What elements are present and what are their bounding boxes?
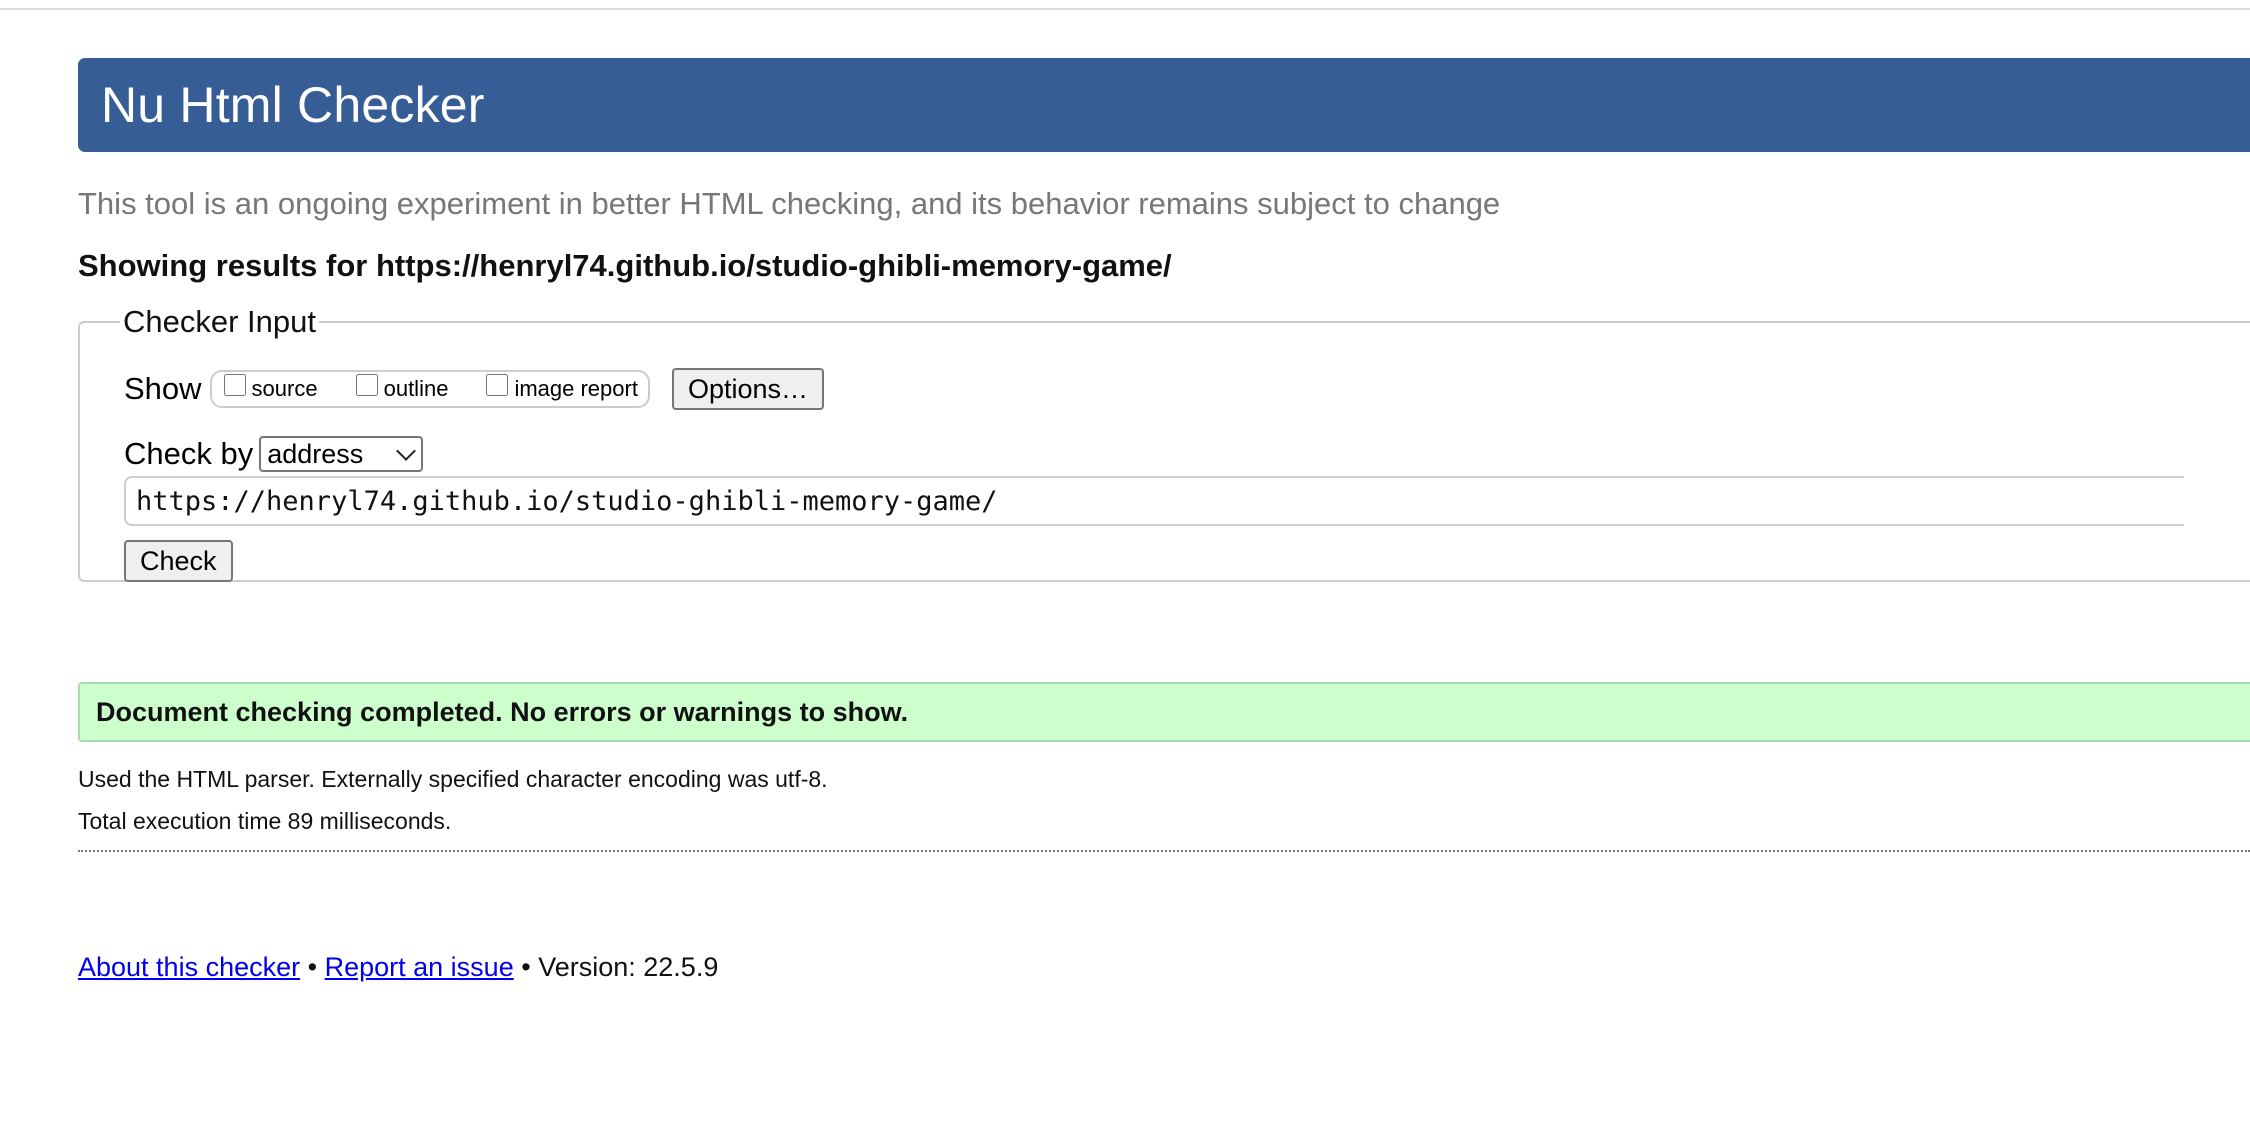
version-text: Version: 22.5.9 — [538, 952, 719, 982]
checker-input-fieldset: Checker Input Show source outline image … — [78, 304, 2250, 582]
options-button[interactable]: Options… — [671, 368, 825, 410]
footer-separator-1: • — [307, 952, 318, 982]
show-option-image-report[interactable]: image report — [486, 374, 638, 402]
check-button[interactable]: Check — [124, 540, 233, 582]
result-details: Used the HTML parser. Externally specifi… — [78, 758, 2250, 842]
success-message: Document checking completed. No errors o… — [78, 682, 2250, 742]
header-bar: Nu Html Checker — [78, 58, 2250, 152]
check-by-row: Check by address — [124, 436, 2250, 472]
checker-input-legend: Checker Input — [123, 304, 316, 339]
url-input[interactable] — [124, 476, 2184, 526]
footer-separator-2: • — [521, 952, 531, 982]
show-label: Show — [124, 371, 202, 406]
about-checker-link[interactable]: About this checker — [78, 952, 300, 982]
image-report-label: image report — [514, 376, 638, 401]
top-divider — [0, 8, 2250, 10]
show-option-source[interactable]: source — [223, 374, 318, 402]
page-container: Nu Html Checker This tool is an ongoing … — [78, 58, 2250, 983]
show-row: Show source outline image report Options… — [124, 368, 2250, 410]
check-by-selected-value: address — [267, 438, 364, 469]
execution-time: Total execution time 89 milliseconds. — [78, 808, 452, 834]
check-by-label: Check by — [124, 436, 254, 471]
dotted-divider — [78, 850, 2250, 852]
page-title: Nu Html Checker — [101, 77, 485, 133]
outline-checkbox[interactable] — [355, 374, 378, 396]
footer: About this checker • Report an issue • V… — [78, 952, 2250, 983]
results-heading: Showing results for https://henryl74.git… — [78, 248, 1172, 283]
outline-label: outline — [383, 376, 449, 401]
source-label: source — [251, 376, 318, 401]
show-option-outline[interactable]: outline — [355, 374, 449, 402]
chevron-down-icon — [396, 441, 417, 461]
parser-info: Used the HTML parser. Externally specifi… — [78, 766, 828, 792]
report-issue-link[interactable]: Report an issue — [325, 952, 514, 982]
source-checkbox[interactable] — [223, 374, 246, 396]
tagline: This tool is an ongoing experiment in be… — [78, 186, 1501, 221]
image-report-checkbox[interactable] — [486, 374, 509, 396]
check-by-select[interactable]: address — [259, 436, 424, 472]
show-options-group: source outline image report — [209, 370, 650, 408]
